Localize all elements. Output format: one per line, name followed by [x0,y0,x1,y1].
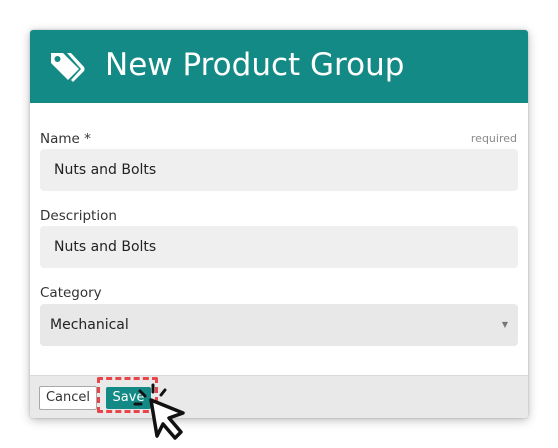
cancel-button[interactable]: Cancel [39,386,97,410]
dialog-footer: Cancel Save [30,375,528,418]
dialog-title: New Product Group [105,47,405,83]
description-label: Description [40,208,117,224]
dialog-header: New Product Group [30,30,528,103]
caret-down-icon: ▼ [501,320,508,329]
name-input[interactable]: Nuts and Bolts [40,149,518,191]
save-button[interactable]: Save [106,387,151,409]
category-select[interactable]: Mechanical ▼ [40,304,518,346]
category-selected-value: Mechanical [50,317,129,333]
required-hint: required [470,132,517,145]
description-input[interactable]: Nuts and Bolts [40,226,518,268]
new-product-group-dialog: New Product Group Name * required Nuts a… [30,30,528,418]
tag-icon [51,53,85,82]
category-label: Category [40,285,102,301]
name-label: Name * [40,131,91,147]
